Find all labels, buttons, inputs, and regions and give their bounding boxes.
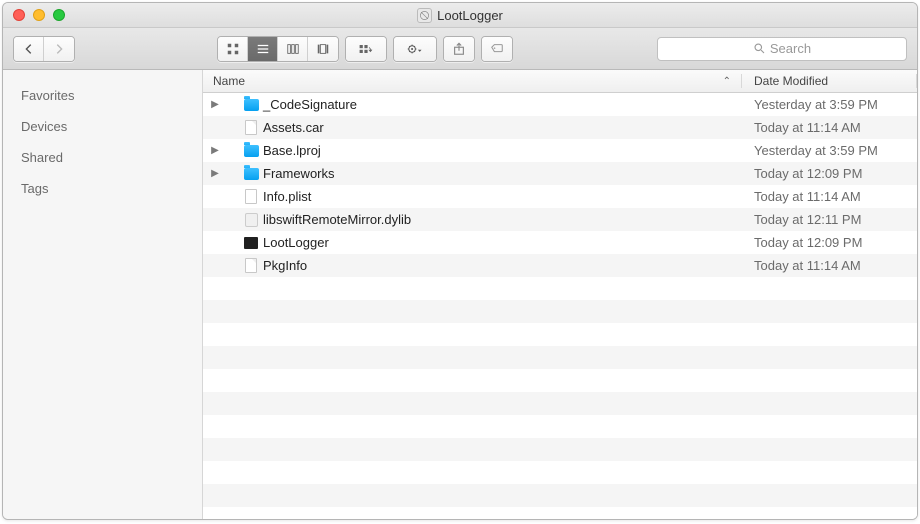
file-row[interactable]: libswiftRemoteMirror.dylib Today at 12:11… [203, 208, 917, 231]
tags-button-group [481, 36, 513, 62]
file-date: Today at 11:14 AM [742, 120, 917, 135]
search-placeholder: Search [770, 41, 811, 56]
folder-icon [244, 99, 259, 111]
icon-view-button[interactable] [218, 37, 248, 61]
folder-icon [244, 145, 259, 157]
file-icon [245, 120, 257, 135]
file-date: Yesterday at 3:59 PM [742, 143, 917, 158]
nav-buttons [13, 36, 75, 62]
file-icon [245, 258, 257, 273]
file-row[interactable]: ▶ Frameworks Today at 12:09 PM [203, 162, 917, 185]
file-row[interactable]: ▶ Base.lproj Yesterday at 3:59 PM [203, 139, 917, 162]
forward-button[interactable] [44, 37, 74, 61]
folder-icon [244, 168, 259, 180]
file-row[interactable]: Assets.car Today at 11:14 AM [203, 116, 917, 139]
file-name: Base.lproj [263, 143, 321, 158]
toolbar: Search [3, 28, 917, 70]
file-name: Info.plist [263, 189, 311, 204]
file-name: libswiftRemoteMirror.dylib [263, 212, 411, 227]
titlebar: LootLogger [3, 3, 917, 28]
column-header-date[interactable]: Date Modified [742, 74, 917, 88]
file-name: LootLogger [263, 235, 329, 250]
sidebar-item-shared[interactable]: Shared [3, 142, 202, 173]
file-date: Yesterday at 3:59 PM [742, 97, 917, 112]
file-row[interactable]: LootLogger Today at 12:09 PM [203, 231, 917, 254]
column-header-name[interactable]: Name ⌃ [203, 74, 742, 88]
back-button[interactable] [14, 37, 44, 61]
action-button-group [393, 36, 437, 62]
share-button[interactable] [444, 37, 474, 61]
file-name: _CodeSignature [263, 97, 357, 112]
file-date: Today at 12:11 PM [742, 212, 917, 227]
file-rows[interactable]: ▶ _CodeSignature Yesterday at 3:59 PM Asset… [203, 93, 917, 519]
close-window-button[interactable] [13, 9, 25, 21]
file-row[interactable]: Info.plist Today at 11:14 AM [203, 185, 917, 208]
content-area: Favorites Devices Shared Tags Name ⌃ Dat… [3, 70, 917, 519]
action-button[interactable] [394, 37, 436, 61]
column-view-button[interactable] [278, 37, 308, 61]
sidebar-item-favorites[interactable]: Favorites [3, 80, 202, 111]
file-pane: Name ⌃ Date Modified ▶ _CodeSignature Yest… [203, 70, 917, 519]
disclosure-triangle[interactable]: ▶ [209, 168, 221, 179]
file-name: Frameworks [263, 166, 335, 181]
sort-ascending-icon: ⌃ [723, 76, 731, 87]
window-title-text: LootLogger [437, 8, 503, 23]
tags-button[interactable] [482, 37, 512, 61]
sidebar: Favorites Devices Shared Tags [3, 70, 203, 519]
column-headers: Name ⌃ Date Modified [203, 70, 917, 93]
file-date: Today at 12:09 PM [742, 166, 917, 181]
search-field[interactable]: Search [657, 37, 907, 61]
file-date: Today at 12:09 PM [742, 235, 917, 250]
sidebar-item-devices[interactable]: Devices [3, 111, 202, 142]
share-button-group [443, 36, 475, 62]
disclosure-triangle[interactable]: ▶ [209, 145, 221, 156]
finder-window: LootLogger [2, 2, 918, 520]
file-row[interactable]: ▶ _CodeSignature Yesterday at 3:59 PM [203, 93, 917, 116]
group-by-button-group [345, 36, 387, 62]
file-row[interactable]: PkgInfo Today at 11:14 AM [203, 254, 917, 277]
file-date: Today at 11:14 AM [742, 189, 917, 204]
app-proxy-icon [417, 8, 432, 23]
minimize-window-button[interactable] [33, 9, 45, 21]
disclosure-triangle[interactable]: ▶ [209, 99, 221, 110]
zoom-window-button[interactable] [53, 9, 65, 21]
window-title: LootLogger [3, 8, 917, 23]
file-date: Today at 11:14 AM [742, 258, 917, 273]
plist-file-icon [245, 189, 257, 204]
file-name: PkgInfo [263, 258, 307, 273]
view-mode-buttons [217, 36, 339, 62]
list-view-button[interactable] [248, 37, 278, 61]
exec-file-icon [244, 237, 258, 249]
group-by-button[interactable] [346, 37, 386, 61]
search-icon [753, 42, 766, 55]
file-name: Assets.car [263, 120, 324, 135]
traffic-lights [13, 9, 65, 21]
dylib-file-icon [245, 213, 258, 227]
sidebar-item-tags[interactable]: Tags [3, 173, 202, 204]
gallery-view-button[interactable] [308, 37, 338, 61]
